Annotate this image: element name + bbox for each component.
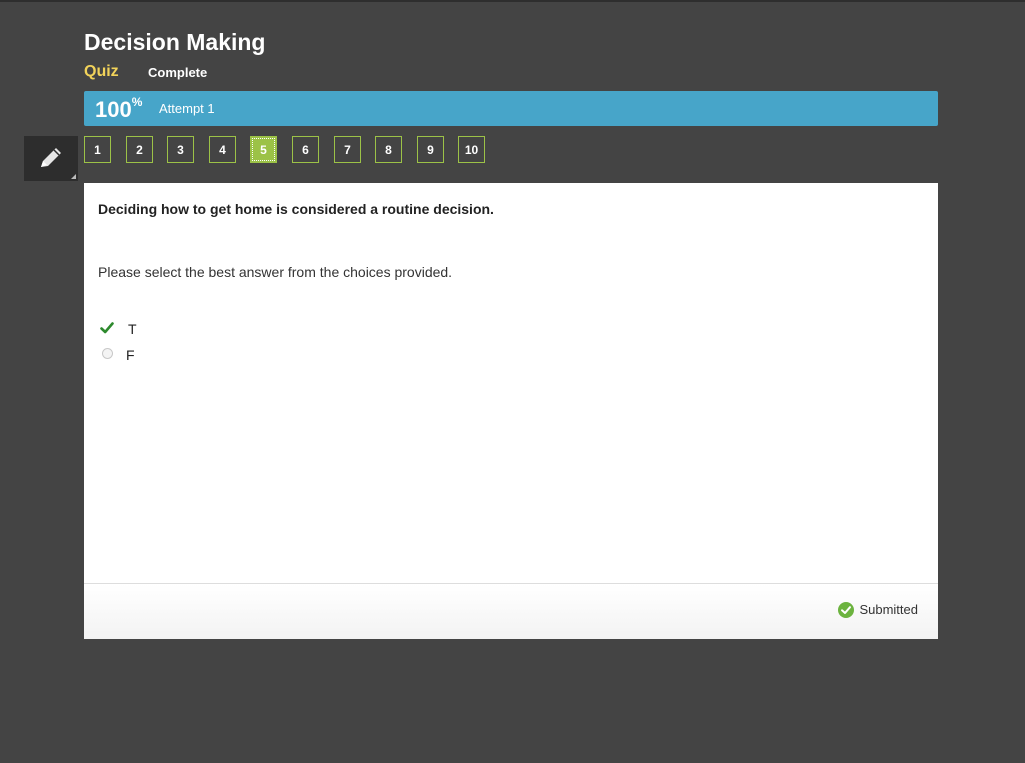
- question-button-10[interactable]: 10: [458, 136, 485, 163]
- question-button-9[interactable]: 9: [417, 136, 444, 163]
- pencil-icon: [41, 148, 61, 167]
- attempt-label: Attempt 1: [159, 101, 215, 116]
- radio-icon[interactable]: [102, 348, 113, 359]
- choice-label: F: [126, 347, 135, 363]
- card-footer: Submitted: [84, 583, 938, 639]
- question-prompt: Deciding how to get home is considered a…: [98, 201, 494, 217]
- question-button-3[interactable]: 3: [167, 136, 194, 163]
- choice-label: T: [128, 321, 137, 337]
- progress-bar: 100% Attempt 1: [84, 91, 938, 126]
- score-unit: %: [131, 94, 143, 109]
- dropdown-corner-icon: [71, 174, 76, 179]
- submission-status: Submitted: [838, 601, 918, 619]
- question-button-5[interactable]: 5: [250, 136, 277, 163]
- checkmark-icon: [100, 322, 114, 334]
- question-card: Deciding how to get home is considered a…: [84, 183, 938, 639]
- top-edge: [0, 0, 1025, 2]
- choice-true[interactable]: T: [98, 319, 298, 339]
- question-button-7[interactable]: 7: [334, 136, 361, 163]
- question-button-4[interactable]: 4: [209, 136, 236, 163]
- score-value: 100: [95, 97, 132, 122]
- question-button-6[interactable]: 6: [292, 136, 319, 163]
- choice-false[interactable]: F: [98, 345, 298, 365]
- completion-status: Complete: [148, 65, 208, 80]
- page-title: Decision Making: [84, 29, 266, 55]
- pencil-tool-button[interactable]: [24, 136, 78, 181]
- question-button-2[interactable]: 2: [126, 136, 153, 163]
- activity-type-label: Quiz: [84, 63, 119, 80]
- question-button-8[interactable]: 8: [375, 136, 402, 163]
- question-button-1[interactable]: 1: [84, 136, 111, 163]
- question-instructions: Please select the best answer from the c…: [98, 264, 453, 280]
- score: 100%: [95, 94, 143, 123]
- submitted-label: Submitted: [859, 602, 918, 617]
- check-circle-icon: [838, 602, 855, 618]
